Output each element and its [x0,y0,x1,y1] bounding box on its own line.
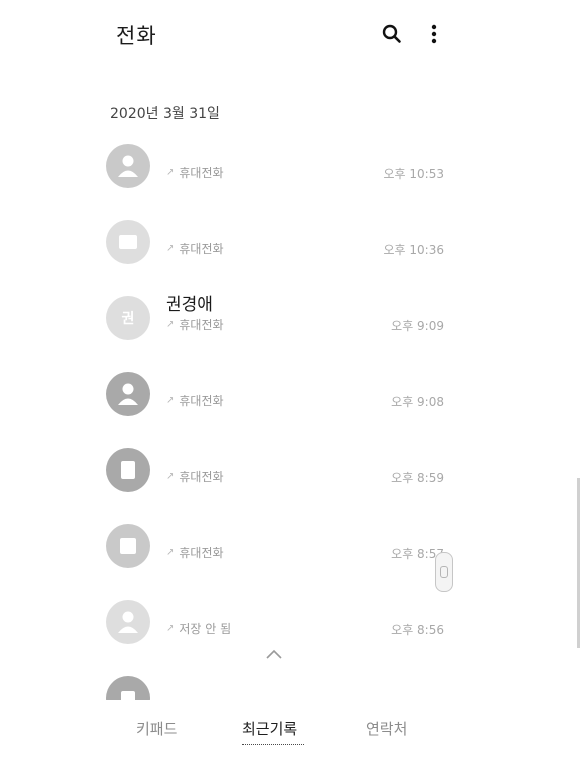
tab-recent[interactable]: 최근기록 [242,718,297,739]
call-time: 오후 10:36 [383,243,444,257]
date-section-header: 2020년 3월 31일 [110,106,220,122]
call-log-row[interactable]: ↗ 저장 안 됨 오후 8:56 [0,596,580,668]
call-type-label: 휴대전화 [179,242,224,256]
page-title: 전화 [116,24,157,48]
tab-contacts[interactable]: 연락처 [366,718,407,739]
call-log-row[interactable]: ↗ 휴대전화 오후 8:59 [0,444,580,516]
call-type: ↗ 휴대전화 [166,316,224,333]
call-log-row[interactable]: ↗ 휴대전화 오후 10:53 [0,140,580,212]
call-type: ↗ 휴대전화 [166,544,224,561]
contact-name: 권경애 [166,295,213,315]
call-type-label: 휴대전화 [179,166,224,180]
chevron-up-icon [266,649,282,659]
call-type: ↗ 휴대전화 [166,164,224,181]
avatar[interactable] [106,372,150,416]
call-time: 오후 10:53 [383,167,444,181]
avatar[interactable]: 권 [106,296,150,340]
call-time: 오후 9:08 [391,395,444,409]
avatar-initial: 권 [121,311,135,327]
photo-avatar-icon [120,538,136,554]
avatar[interactable] [106,524,150,568]
call-log-row[interactable]: 권 권경애 ↗ 휴대전화 오후 9:09 [0,292,580,364]
call-time: 오후 8:59 [391,471,444,485]
call-type: ↗ 저장 안 됨 [166,620,231,637]
call-log-row[interactable]: ↗ 휴대전화 오후 9:08 [0,368,580,440]
recent-calls-list: ↗ 휴대전화 오후 10:53 ↗ 휴대전화 오후 10:36 권 권경애 ↗ … [0,140,580,700]
person-silhouette-icon [118,155,138,177]
call-type: ↗ 휴대전화 [166,240,224,257]
call-time: 오후 8:56 [391,623,444,637]
search-button[interactable] [378,20,406,48]
call-type: ↗ 휴대전화 [166,468,224,485]
outgoing-call-icon: ↗ [166,319,175,330]
photo-avatar-icon [121,691,135,700]
person-silhouette-icon [118,611,138,633]
outgoing-call-icon: ↗ [166,623,175,634]
more-options-icon [431,24,437,44]
call-log-row[interactable] [0,672,580,700]
call-type-label: 저장 안 됨 [179,622,232,636]
outgoing-call-icon: ↗ [166,167,175,178]
call-type-label: 휴대전화 [179,470,224,484]
call-log-row[interactable]: ↗ 휴대전화 오후 8:57 [0,520,580,592]
call-time: 오후 9:09 [391,319,444,333]
avatar[interactable] [106,448,150,492]
outgoing-call-icon: ↗ [166,395,175,406]
photo-avatar-icon [119,235,137,249]
call-type-label: 휴대전화 [179,394,224,408]
outgoing-call-icon: ↗ [166,243,175,254]
tab-keypad[interactable]: 키패드 [136,718,177,739]
fast-scroll-handle[interactable] [435,552,453,592]
avatar[interactable] [106,600,150,644]
call-type-label: 휴대전화 [179,546,224,560]
person-silhouette-icon [118,383,138,405]
collapse-button[interactable] [262,645,286,663]
photo-avatar-icon [121,461,135,479]
avatar[interactable] [106,220,150,264]
outgoing-call-icon: ↗ [166,471,175,482]
call-log-row[interactable]: ↗ 휴대전화 오후 10:36 [0,216,580,288]
more-options-button[interactable] [420,20,448,48]
avatar[interactable] [106,144,150,188]
app-header: 전화 [0,0,580,70]
outgoing-call-icon: ↗ [166,547,175,558]
bottom-tab-bar: 키패드 최근기록 연락처 [0,700,580,762]
call-type-label: 휴대전화 [179,318,224,332]
active-tab-indicator [242,744,304,745]
call-type: ↗ 휴대전화 [166,392,224,409]
avatar[interactable] [106,676,150,700]
search-icon [382,24,401,43]
